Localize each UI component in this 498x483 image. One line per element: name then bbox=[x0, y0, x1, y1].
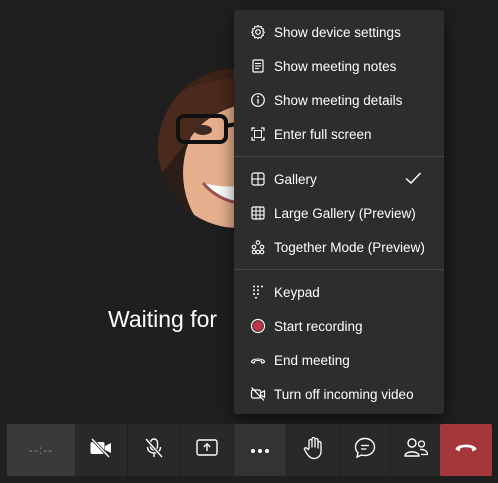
mic-toggle-button[interactable] bbox=[128, 424, 180, 476]
mic-off-icon bbox=[143, 437, 165, 464]
large-gallery-icon bbox=[249, 204, 267, 222]
menu-item-label: Large Gallery (Preview) bbox=[274, 205, 416, 221]
menu-item-start-recording[interactable]: Start recording bbox=[234, 309, 444, 343]
hang-up-button[interactable] bbox=[440, 424, 492, 476]
meeting-toolbar: --:-- bbox=[7, 424, 492, 476]
more-options-menu: Show device settings Show meeting notes … bbox=[234, 10, 444, 414]
chat-icon bbox=[353, 436, 377, 465]
share-screen-button[interactable] bbox=[181, 424, 233, 476]
menu-divider bbox=[234, 156, 444, 157]
call-timer: --:-- bbox=[7, 424, 75, 476]
meeting-stage: Waiting for Show device settings Show me… bbox=[0, 0, 498, 483]
camera-toggle-button[interactable] bbox=[75, 424, 127, 476]
more-icon bbox=[249, 441, 271, 459]
menu-item-label: Turn off incoming video bbox=[274, 386, 414, 402]
raise-hand-icon bbox=[302, 436, 324, 465]
menu-divider bbox=[234, 269, 444, 270]
info-icon bbox=[249, 91, 267, 109]
menu-item-label: Enter full screen bbox=[274, 126, 372, 142]
menu-item-keypad[interactable]: Keypad bbox=[234, 275, 444, 309]
menu-item-show-device-settings[interactable]: Show device settings bbox=[234, 15, 444, 49]
camera-off-icon bbox=[89, 437, 113, 464]
more-options-button[interactable] bbox=[234, 424, 286, 476]
menu-item-enter-full-screen[interactable]: Enter full screen bbox=[234, 117, 444, 151]
menu-item-label: Show device settings bbox=[274, 24, 401, 40]
menu-item-label: Start recording bbox=[274, 318, 363, 334]
gallery-icon bbox=[249, 170, 267, 188]
menu-item-label: Show meeting notes bbox=[274, 58, 397, 74]
menu-item-gallery[interactable]: Gallery bbox=[234, 162, 444, 196]
menu-item-label: End meeting bbox=[274, 352, 350, 368]
participants-button[interactable] bbox=[391, 424, 440, 476]
menu-item-show-meeting-details[interactable]: Show meeting details bbox=[234, 83, 444, 117]
fullscreen-icon bbox=[249, 125, 267, 143]
gear-icon bbox=[249, 23, 267, 41]
menu-item-end-meeting[interactable]: End meeting bbox=[234, 343, 444, 377]
video-off-icon bbox=[249, 385, 267, 403]
share-screen-icon bbox=[195, 437, 219, 464]
menu-item-label: Keypad bbox=[274, 284, 320, 300]
menu-item-label: Show meeting details bbox=[274, 92, 403, 108]
hang-up-icon bbox=[454, 441, 478, 460]
participants-icon bbox=[403, 436, 429, 465]
notes-icon bbox=[249, 57, 267, 75]
menu-item-turn-off-incoming-video[interactable]: Turn off incoming video bbox=[234, 377, 444, 411]
menu-item-label: Together Mode (Preview) bbox=[274, 239, 425, 255]
menu-item-large-gallery[interactable]: Large Gallery (Preview) bbox=[234, 196, 444, 230]
menu-item-label: Gallery bbox=[274, 171, 317, 187]
waiting-text: Waiting for bbox=[108, 306, 218, 332]
checkmark-icon bbox=[404, 170, 422, 189]
keypad-icon bbox=[249, 283, 267, 301]
end-meeting-icon bbox=[249, 351, 267, 369]
chat-button[interactable] bbox=[340, 424, 390, 476]
record-icon bbox=[249, 317, 267, 335]
raise-hand-button[interactable] bbox=[287, 424, 339, 476]
together-mode-icon bbox=[249, 238, 267, 256]
menu-item-show-meeting-notes[interactable]: Show meeting notes bbox=[234, 49, 444, 83]
menu-item-together-mode[interactable]: Together Mode (Preview) bbox=[234, 230, 444, 264]
